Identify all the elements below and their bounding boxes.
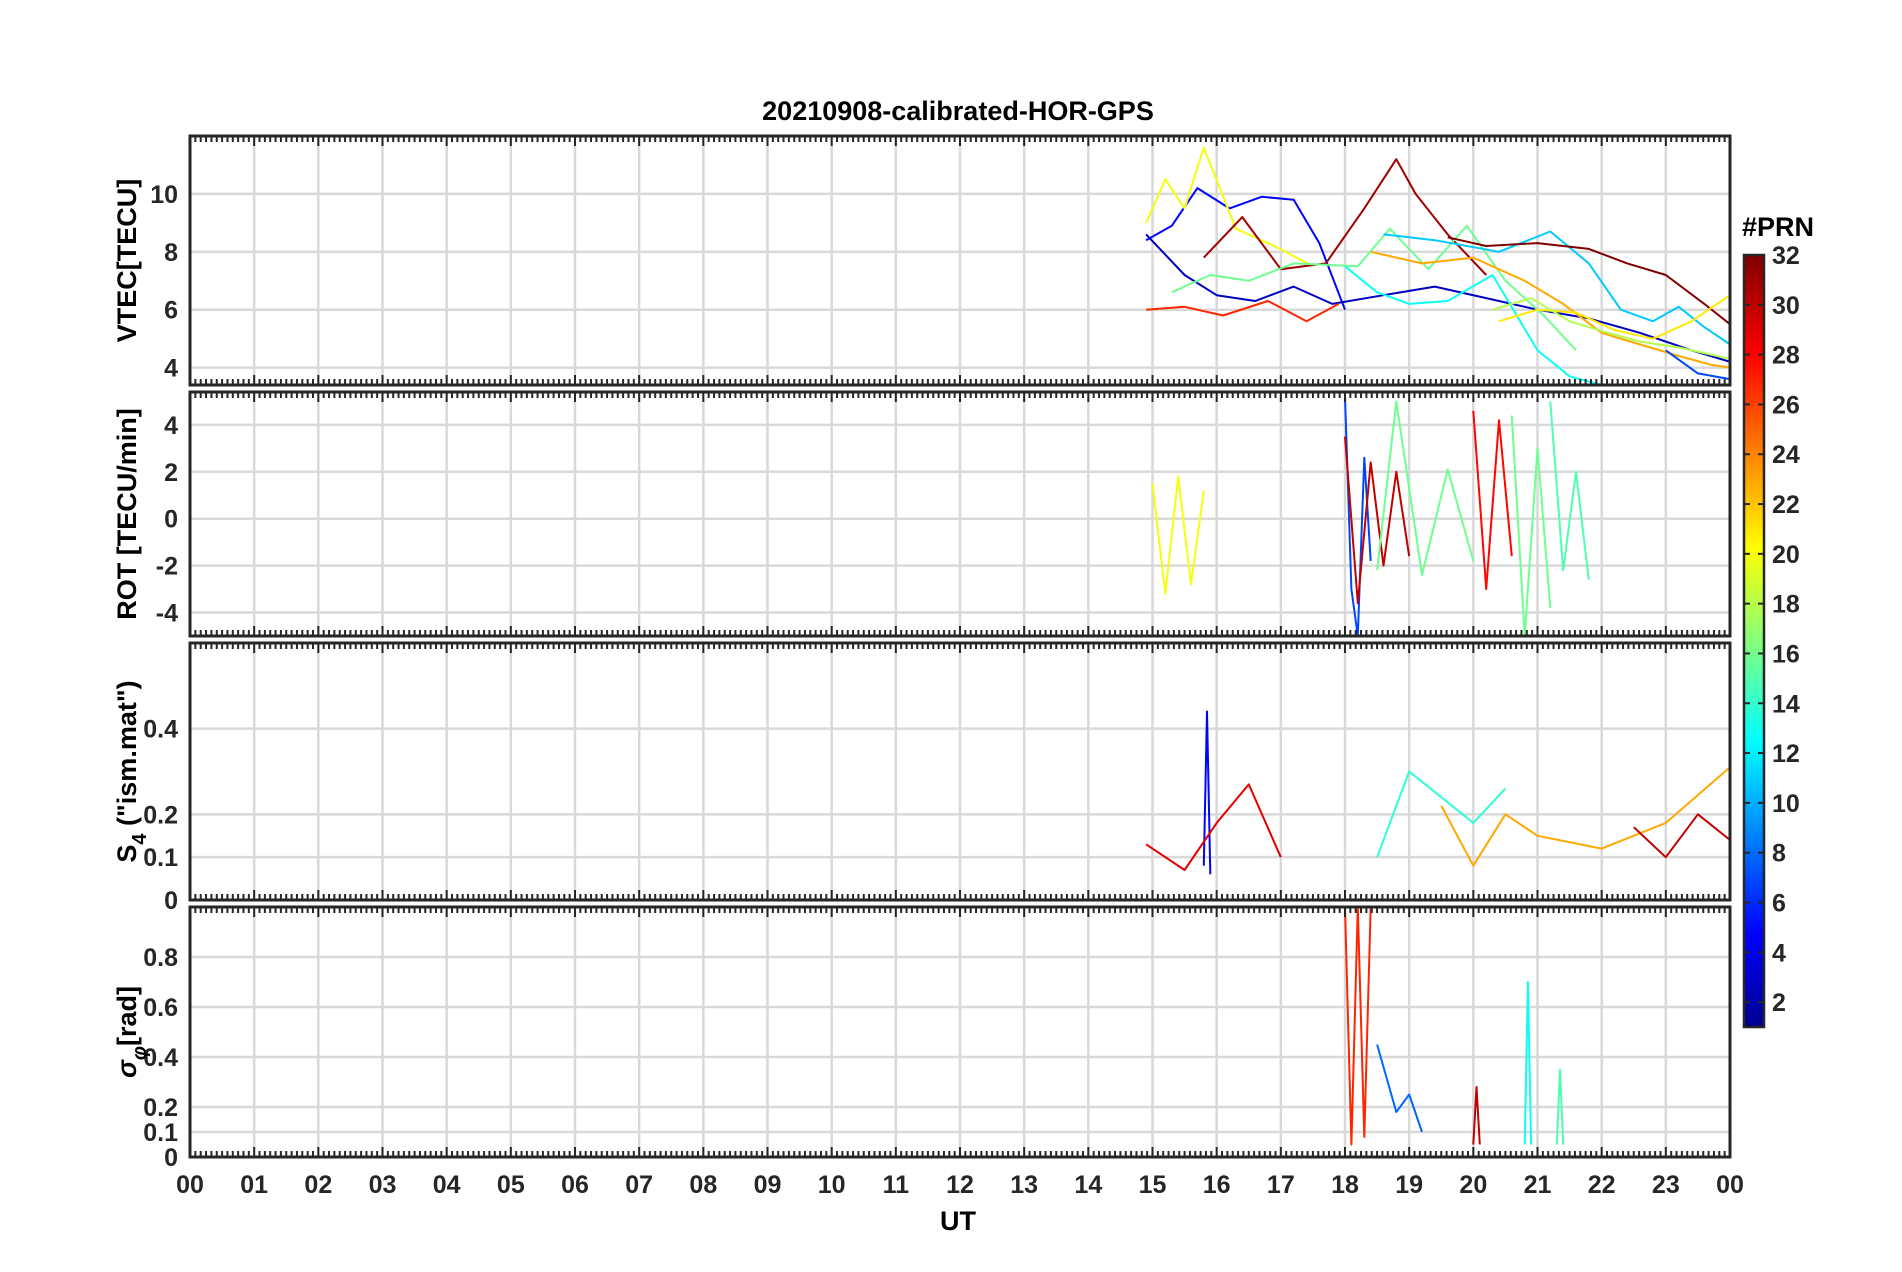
x-axis-label: UT	[940, 1206, 976, 1236]
y-label-rest: ("ism.mat")	[112, 680, 142, 833]
y-tick-label: 0.1	[143, 1119, 178, 1147]
x-tick-label: 20	[1459, 1171, 1487, 1199]
y-tick-label: 0.8	[143, 944, 178, 972]
figure: 20210908-calibrated-HOR-GPS 4 6 8 10 VTEC[TE…	[112, 96, 1814, 1236]
x-tick-label: 18	[1331, 1171, 1359, 1199]
panels: 46810VTEC[TECU]-4-2024ROT [TECU/min]00.1…	[112, 134, 1732, 1172]
x-tick-label: 19	[1395, 1171, 1423, 1199]
y-tick-label: -4	[156, 600, 178, 628]
colorbar-tick-label: 10	[1772, 790, 1800, 818]
y-tick-label: 4	[164, 412, 178, 440]
panel-rot: -4 -2 0 2 4 ROT [TECU/min]	[112, 390, 1732, 638]
colorbar-tick-label: 32	[1772, 242, 1800, 270]
x-tick-label: 09	[754, 1171, 782, 1199]
y-label-subscript: φ	[129, 1046, 151, 1060]
y-tick-label: 0	[164, 887, 178, 915]
x-tick-label: 11	[883, 1171, 910, 1199]
x-tick-label: 16	[1203, 1171, 1231, 1199]
y-tick-label: 2	[164, 459, 178, 487]
x-tick-label: 21	[1524, 1171, 1552, 1199]
x-tick-label: 13	[1010, 1171, 1038, 1199]
chart-title: 20210908-calibrated-HOR-GPS	[762, 96, 1154, 126]
colorbar-tick-label: 16	[1772, 640, 1800, 668]
colorbar-tick-label: 2	[1772, 989, 1786, 1017]
panel-s4: 0 0.1 0.2 0.4S4 ("ism.mat")	[112, 641, 1732, 915]
y-label-main: σ	[112, 1059, 142, 1078]
x-tick-label: 12	[946, 1171, 974, 1199]
colorbar-tick-label: 4	[1772, 939, 1786, 967]
y-tick-label: 0	[164, 506, 178, 534]
colorbar-tick-label: 28	[1772, 342, 1800, 370]
colorbar-tick-label: 30	[1772, 292, 1800, 320]
colorbar-tick-label: 6	[1772, 889, 1786, 917]
colorbar-tick-label: 8	[1772, 840, 1786, 868]
y-tick-label: 0.4	[143, 716, 178, 744]
y-tick-label: 0.6	[143, 994, 178, 1022]
panel-vtec: 4 6 8 10 VTEC[TECU]	[112, 134, 1732, 387]
colorbar-tick-label: 12	[1772, 740, 1800, 768]
y-tick-label: 10	[150, 181, 178, 209]
colorbar-tick-label: 22	[1772, 491, 1800, 519]
x-tick-label: 01	[240, 1171, 268, 1199]
x-tick-label: 03	[369, 1171, 397, 1199]
y-tick-label: 0.2	[143, 1094, 178, 1122]
x-tick-label: 05	[497, 1171, 525, 1199]
colorbar-tick-label: 24	[1772, 441, 1800, 469]
x-tick-labels: 00 01 02 03 04 05 06 07 08 09 10 11 12 13 14 15 16 17 18 19…	[176, 1171, 1744, 1199]
y-tick-label: -2	[156, 553, 178, 581]
x-tick-label: 08	[689, 1171, 717, 1199]
x-tick-label: 14	[1074, 1171, 1102, 1199]
colorbar-gradient	[1742, 253, 1766, 1029]
y-tick-label: 0	[164, 1144, 178, 1172]
y-axis-label: VTEC[TECU]	[112, 179, 142, 343]
y-tick-label: 4	[164, 355, 178, 383]
y-axis-label: ROT [TECU/min]	[112, 408, 142, 619]
x-tick-label: 06	[561, 1171, 589, 1199]
x-tick-label: 00	[1716, 1171, 1744, 1199]
y-label-main: S	[112, 845, 142, 863]
colorbar-label: #PRN	[1742, 212, 1814, 242]
y-tick-label: 0.2	[143, 801, 178, 829]
colorbar-tick-label: 20	[1772, 541, 1800, 569]
x-tick-label: 15	[1139, 1171, 1167, 1199]
x-tick-label: 00	[176, 1171, 204, 1199]
colorbar-tick-label: 18	[1772, 591, 1800, 619]
y-tick-label: 6	[164, 297, 178, 325]
x-tick-label: 23	[1652, 1171, 1680, 1199]
colorbar-tick-label: 14	[1772, 690, 1800, 718]
y-tick-label: 8	[164, 239, 178, 267]
x-tick-label: 07	[625, 1171, 653, 1199]
x-tick-label: 17	[1267, 1171, 1295, 1199]
panel-sigma: 00.10.20.40.60.8σφ[rad]	[112, 905, 1732, 1172]
x-tick-label: 22	[1588, 1171, 1616, 1199]
colorbar: #PRN 2468101214161820222426283032	[1742, 212, 1814, 1029]
x-tick-label: 02	[304, 1171, 332, 1199]
colorbar-tick-label: 26	[1772, 391, 1800, 419]
x-tick-label: 10	[818, 1171, 846, 1199]
y-label-rest: [rad]	[112, 986, 142, 1046]
x-tick-label: 04	[433, 1171, 461, 1199]
y-tick-label: 0.1	[143, 844, 178, 872]
y-axis-label: S4 ("ism.mat")	[112, 680, 151, 862]
